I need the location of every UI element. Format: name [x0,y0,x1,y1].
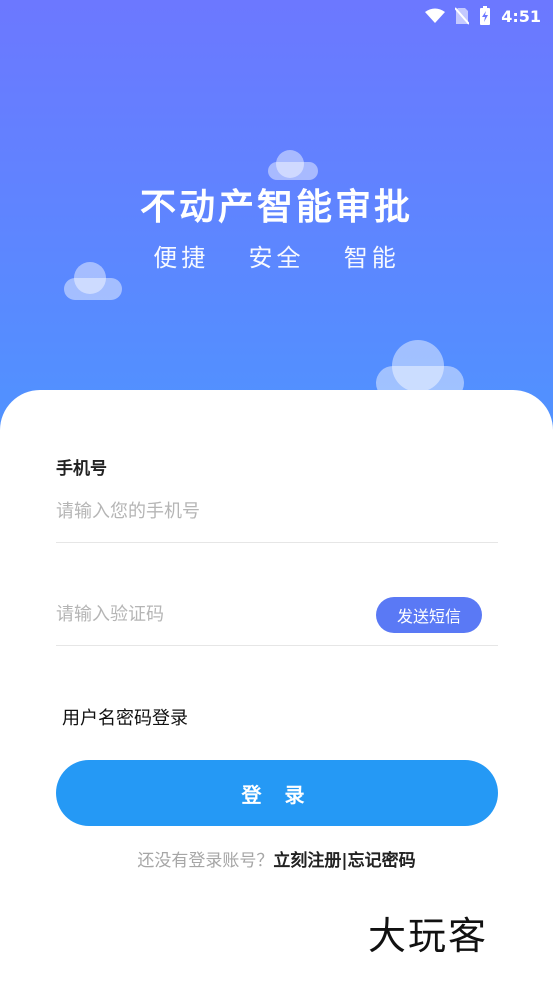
code-divider [56,645,498,646]
app-slogan: 便捷 安全 智能 [153,244,400,272]
app-title: 不动产智能审批 [139,187,413,228]
hero-banner: 4:51 不动产智能审批 便捷 安全 智能 [0,0,553,440]
status-bar: 4:51 [0,0,553,32]
no-sim-icon [455,7,470,25]
code-input[interactable] [56,601,356,627]
battery-charging-icon [479,6,491,26]
phone-divider [56,542,498,543]
no-account-prompt: 还没有登录账号？ [137,851,274,871]
password-login-link[interactable]: 用户名密码登录 [62,704,188,730]
watermark-logo: 大玩客 [368,914,489,958]
phone-input[interactable] [56,498,498,524]
phone-label: 手机号 [56,459,107,479]
wifi-icon [425,8,446,24]
forgot-password-link[interactable]: 忘记密码 [348,851,416,871]
login-button[interactable]: 登 录 [56,760,498,826]
cloud-decoration [268,150,318,180]
status-time: 4:51 [501,6,541,26]
footer: 还没有登录账号？立刻注册|忘记密码 [0,846,553,871]
send-sms-button[interactable]: 发送短信 [376,597,482,633]
register-link[interactable]: 立刻注册 [273,851,341,871]
